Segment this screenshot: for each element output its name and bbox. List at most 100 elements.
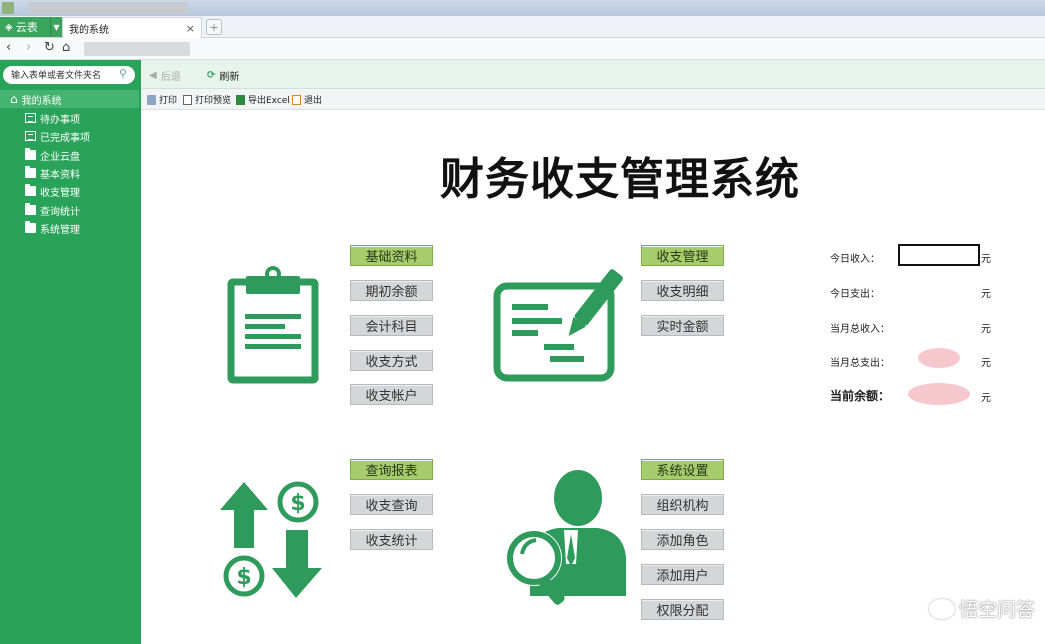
print-button[interactable]: 打印 bbox=[147, 93, 177, 106]
window-title-blurred bbox=[28, 2, 188, 14]
folder-icon bbox=[25, 221, 36, 233]
current-balance-label: 当前余额： bbox=[830, 389, 891, 403]
print-preview-button[interactable]: 打印预览 bbox=[183, 93, 231, 106]
app-menu-button[interactable]: ◈ 云表 ▼ bbox=[0, 17, 62, 37]
printer-icon bbox=[147, 94, 156, 105]
today-expense-unit: 元 bbox=[981, 289, 991, 300]
reload-icon[interactable]: ↻ bbox=[44, 40, 55, 55]
new-tab-button[interactable]: + bbox=[206, 19, 222, 35]
sidebar-item-basic-data[interactable]: 基本资料 bbox=[25, 165, 80, 181]
redacted-month-expense bbox=[918, 348, 960, 368]
folder-icon bbox=[25, 203, 36, 215]
close-icon[interactable]: × bbox=[186, 22, 195, 35]
realtime-amount-button[interactable]: 实时金额 bbox=[641, 315, 724, 336]
sidebar-item-done[interactable]: 已完成事项 bbox=[25, 128, 90, 144]
excel-icon bbox=[236, 94, 245, 105]
watermark-text: 悟空问答 bbox=[958, 599, 1035, 621]
income-expense-stats-button[interactable]: 收支统计 bbox=[350, 529, 433, 550]
app-label: 云表 bbox=[15, 21, 38, 34]
folder-icon bbox=[25, 166, 36, 178]
back-button[interactable]: ◀ 后退 bbox=[149, 68, 181, 83]
back-label: 后退 bbox=[160, 72, 181, 83]
sidebar-item-query-stats[interactable]: 查询统计 bbox=[25, 202, 80, 218]
window-icon bbox=[2, 2, 14, 14]
document-icon bbox=[25, 131, 36, 141]
money-flow-icon: $ $ bbox=[220, 481, 322, 598]
forward-arrow-icon[interactable]: › bbox=[26, 40, 31, 55]
month-income-label: 当月总收入： bbox=[830, 324, 890, 335]
current-balance-unit: 元 bbox=[981, 393, 991, 404]
search-icon[interactable]: ⚲ bbox=[119, 67, 127, 80]
add-user-button[interactable]: 添加用户 bbox=[641, 564, 724, 585]
folder-icon bbox=[25, 148, 36, 160]
today-income-label: 今日收入： bbox=[830, 254, 880, 265]
system-settings-button[interactable]: 系统设置 bbox=[641, 459, 724, 480]
url-field-blurred[interactable] bbox=[84, 42, 190, 56]
sidebar: 输入表单或者文件夹名 ⚲ ⌂ 我的系统 待办事项 已完成事项 企业云盘 基本资料… bbox=[0, 60, 141, 644]
tab-label: 我的系统 bbox=[69, 24, 109, 36]
exit-button[interactable]: 退出 bbox=[292, 93, 322, 106]
preview-icon bbox=[183, 94, 192, 105]
home-icon[interactable]: ⌂ bbox=[62, 40, 70, 55]
organization-button[interactable]: 组织机构 bbox=[641, 494, 724, 515]
sidebar-item-label: 待办事项 bbox=[40, 114, 80, 126]
tab-my-system[interactable]: 我的系统 × bbox=[62, 17, 202, 38]
month-expense-label: 当月总支出： bbox=[830, 358, 890, 369]
today-income-unit: 元 bbox=[981, 254, 991, 265]
refresh-label: 刷新 bbox=[219, 72, 240, 83]
search-placeholder: 输入表单或者文件夹名 bbox=[11, 71, 102, 81]
add-role-button[interactable]: 添加角色 bbox=[641, 529, 724, 550]
sidebar-item-label: 系统管理 bbox=[40, 224, 80, 236]
action-toolbar: 打印 打印预览 导出Excel 退出 bbox=[141, 89, 1045, 110]
sidebar-root-label: 我的系统 bbox=[21, 95, 62, 107]
export-excel-button[interactable]: 导出Excel bbox=[236, 93, 290, 106]
page-title: 财务收支管理系统 bbox=[440, 154, 800, 205]
accounts-button[interactable]: 收支帐户 bbox=[350, 384, 433, 405]
sidebar-item-cloud-disk[interactable]: 企业云盘 bbox=[25, 147, 80, 163]
payment-methods-button[interactable]: 收支方式 bbox=[350, 350, 433, 371]
sidebar-item-todo[interactable]: 待办事项 bbox=[25, 110, 80, 126]
speech-bubble-icon bbox=[928, 598, 955, 619]
tab-bar: ◈ 云表 ▼ 我的系统 × + bbox=[0, 16, 1045, 38]
chevron-down-icon[interactable]: ▼ bbox=[50, 17, 62, 37]
address-bar: ‹ › ↻ ⌂ bbox=[0, 38, 1045, 60]
svg-text:$: $ bbox=[236, 565, 251, 590]
sidebar-item-system-admin[interactable]: 系统管理 bbox=[25, 220, 80, 236]
today-expense-label: 今日支出： bbox=[830, 289, 880, 300]
sidebar-item-label: 已完成事项 bbox=[40, 132, 90, 144]
watermark: 悟空问答 bbox=[928, 595, 1035, 622]
export-excel-label: 导出Excel bbox=[248, 96, 290, 106]
exit-label: 退出 bbox=[304, 96, 323, 106]
back-arrow-icon: ◀ bbox=[149, 70, 157, 81]
redacted-current-balance bbox=[908, 383, 970, 405]
document-icon bbox=[25, 113, 36, 123]
clipboard-icon bbox=[227, 266, 319, 384]
sidebar-item-income-expense[interactable]: 收支管理 bbox=[25, 183, 80, 199]
print-preview-label: 打印预览 bbox=[195, 96, 232, 106]
query-report-button[interactable]: 查询报表 bbox=[350, 459, 433, 480]
income-expense-query-button[interactable]: 收支查询 bbox=[350, 494, 433, 515]
print-label: 打印 bbox=[159, 96, 178, 106]
sidebar-item-label: 基本资料 bbox=[40, 169, 80, 181]
today-income-field[interactable] bbox=[898, 244, 980, 266]
folder-icon bbox=[25, 184, 36, 196]
accounting-subjects-button[interactable]: 会计科目 bbox=[350, 315, 433, 336]
refresh-icon: ⟳ bbox=[207, 70, 216, 81]
sidebar-search-input[interactable]: 输入表单或者文件夹名 ⚲ bbox=[3, 66, 135, 84]
back-arrow-icon[interactable]: ‹ bbox=[6, 40, 11, 55]
sidebar-item-label: 企业云盘 bbox=[40, 151, 80, 163]
app-logo-icon: ◈ bbox=[5, 21, 13, 33]
permission-assign-button[interactable]: 权限分配 bbox=[641, 599, 724, 620]
admin-person-icon bbox=[506, 470, 626, 605]
sidebar-root-my-system[interactable]: ⌂ 我的系统 bbox=[0, 90, 139, 108]
month-income-unit: 元 bbox=[981, 324, 991, 335]
opening-balance-button[interactable]: 期初余额 bbox=[350, 280, 433, 301]
income-expense-mgmt-button[interactable]: 收支管理 bbox=[641, 245, 724, 266]
income-expense-detail-button[interactable]: 收支明细 bbox=[641, 280, 724, 301]
navigation-toolbar: ◀ 后退 · ⟳ 刷新 bbox=[141, 60, 1045, 89]
basic-data-button[interactable]: 基础资料 bbox=[350, 245, 433, 266]
form-pen-icon bbox=[493, 269, 623, 382]
refresh-button[interactable]: ⟳ 刷新 bbox=[207, 68, 239, 83]
exit-icon bbox=[292, 94, 301, 105]
month-expense-unit: 元 bbox=[981, 358, 991, 369]
